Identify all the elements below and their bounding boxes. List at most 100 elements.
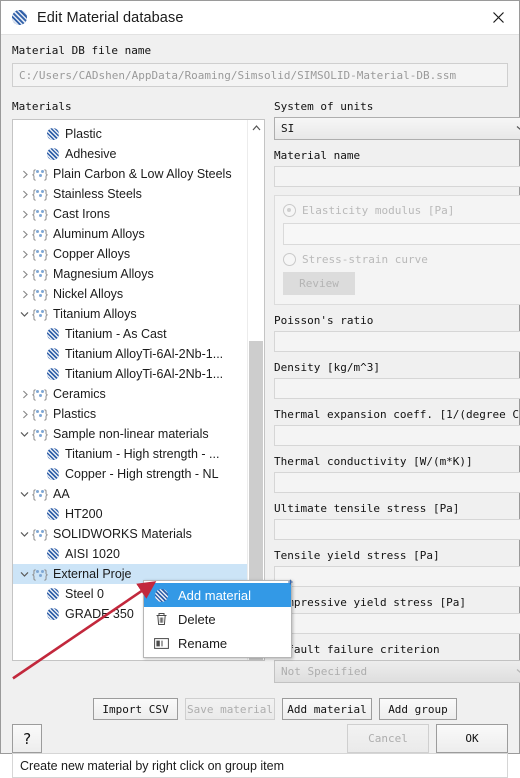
tree-row-label: Copper - High strength - NL [65,467,219,481]
elasticity-group: Elasticity modulus [Pa] Stress-strain cu… [274,195,520,305]
property-input[interactable] [274,613,520,634]
property-fields: Poisson's ratio Density [kg/m^3] Thermal e… [274,314,520,634]
context-menu-item-rename[interactable]: Rename [144,631,291,655]
ok-button[interactable]: OK [436,724,508,753]
material-sphere-icon [12,10,27,25]
tree-row[interactable]: {} Copper Alloys [13,244,248,264]
chevron-right-icon[interactable] [17,390,32,399]
group-icon: {} [32,286,48,301]
chevron-right-icon[interactable] [17,270,32,279]
tree-row[interactable]: {} Ceramics [13,384,248,404]
tree-row[interactable]: {} Sample non-linear materials [13,424,248,444]
tree-context-menu[interactable]: + Add material Delete Rename [143,578,293,658]
tree-row[interactable]: Titanium - As Cast [13,324,248,344]
property-label: Density [kg/m^3] [274,361,380,374]
property-label: Thermal expansion coeff. [1/(degree C)] [274,408,520,421]
tree-row[interactable]: HT200 [13,504,248,524]
dialog-button-row: ? Cancel OK [1,724,519,753]
chevron-right-icon[interactable] [17,250,32,259]
failure-criterion-select[interactable]: Not Specified [274,660,520,683]
material-icon [47,368,59,380]
group-icon: {} [32,426,48,441]
property-label: Tensile yield stress [Pa] [274,549,440,562]
property-input[interactable] [274,566,520,587]
tree-row-label: Plastic [65,127,102,141]
tree-row[interactable]: Titanium AlloyTi-6Al-2Nb-1... [13,344,248,364]
tree-row-label: Stainless Steels [53,187,142,201]
chevron-down-icon[interactable] [17,431,32,437]
property-input[interactable] [274,472,520,493]
property-input[interactable] [274,519,520,540]
group-icon: {} [32,306,48,321]
tree-row-label: Aluminum Alloys [53,227,145,241]
material-icon [47,508,59,520]
elasticity-modulus-radio[interactable] [283,204,296,217]
import-csv-button[interactable]: Import CSV [93,698,178,720]
tree-row[interactable]: Titanium AlloyTi-6Al-2Nb-1... [13,364,248,384]
chevron-right-icon[interactable] [17,170,32,179]
material-icon [47,588,59,600]
material-icon [47,468,59,480]
add-material-button[interactable]: Add material [282,698,372,720]
chevron-right-icon[interactable] [17,290,32,299]
material-icon [47,328,59,340]
property-input[interactable] [274,425,520,446]
group-icon: {} [32,566,48,581]
stress-strain-curve-radio-row[interactable]: Stress-strain curve [283,253,520,266]
tree-row-label: Magnesium Alloys [53,267,154,281]
chevron-down-icon[interactable] [17,491,32,497]
tree-row-label: Plain Carbon & Low Alloy Steels [53,167,232,181]
tree-row[interactable]: {} Titanium Alloys [13,304,248,324]
chevron-down-icon[interactable] [17,571,32,577]
add-group-button[interactable]: Add group [379,698,457,720]
chevron-right-icon[interactable] [17,190,32,199]
group-icon: {} [32,226,48,241]
tree-row[interactable]: {} Magnesium Alloys [13,264,248,284]
context-menu-item-add-material[interactable]: + Add material [144,578,293,607]
window-title: Edit Material database [37,9,184,26]
elasticity-modulus-radio-row[interactable]: Elasticity modulus [Pa] [283,204,520,217]
tree-scrollbar[interactable] [247,120,264,660]
tree-row[interactable]: {} Aluminum Alloys [13,224,248,244]
tree-row[interactable]: AISI 1020 [13,544,248,564]
context-menu-item-delete[interactable]: Delete [144,607,291,631]
property-input[interactable] [274,378,520,399]
db-file-input[interactable]: C:/Users/CADshen/AppData/Roaming/Simsoli… [12,63,508,87]
property-label: Poisson's ratio [274,314,374,327]
tree-row[interactable]: {} Plastics [13,404,248,424]
property-input[interactable] [274,331,520,352]
chevron-down-icon[interactable] [17,311,32,317]
tree-row-label: Cast Irons [53,207,110,221]
chevron-right-icon[interactable] [17,210,32,219]
tree-row[interactable]: Adhesive [13,144,248,164]
tree-row[interactable]: {} Plain Carbon & Low Alloy Steels [13,164,248,184]
rename-icon [150,637,172,649]
group-icon: {} [32,386,48,401]
tree-row[interactable]: {} Nickel Alloys [13,284,248,304]
tree-row[interactable]: {} SOLIDWORKS Materials [13,524,248,544]
chevron-down-icon[interactable] [17,531,32,537]
tree-row[interactable]: {} Cast Irons [13,204,248,224]
material-name-input[interactable] [274,166,520,187]
chevron-right-icon[interactable] [17,410,32,419]
stress-strain-curve-radio[interactable] [283,253,296,266]
tree-row[interactable]: {} Stainless Steels [13,184,248,204]
tree-row-label: Sample non-linear materials [53,427,209,441]
chevron-up-icon[interactable] [248,120,264,136]
elasticity-modulus-input[interactable] [283,223,520,245]
chevron-right-icon[interactable] [17,230,32,239]
tree-row-label: External Proje [53,567,132,581]
tree-row-label: Nickel Alloys [53,287,124,301]
tree-row[interactable]: Plastic [13,124,248,144]
tree-row[interactable]: Copper - High strength - NL [13,464,248,484]
materials-label: Materials [12,100,72,113]
context-menu-label: Delete [178,611,216,627]
close-icon[interactable] [487,7,509,29]
review-button[interactable]: Review [283,272,355,295]
tree-row[interactable]: {} AA [13,484,248,504]
properties-panel: System of units SI Material name Elastic… [274,100,520,683]
help-button[interactable]: ? [12,724,42,753]
tree-row-label: Titanium - As Cast [65,327,167,341]
system-of-units-select[interactable]: SI [274,117,520,140]
tree-row[interactable]: Titanium - High strength - ... [13,444,248,464]
